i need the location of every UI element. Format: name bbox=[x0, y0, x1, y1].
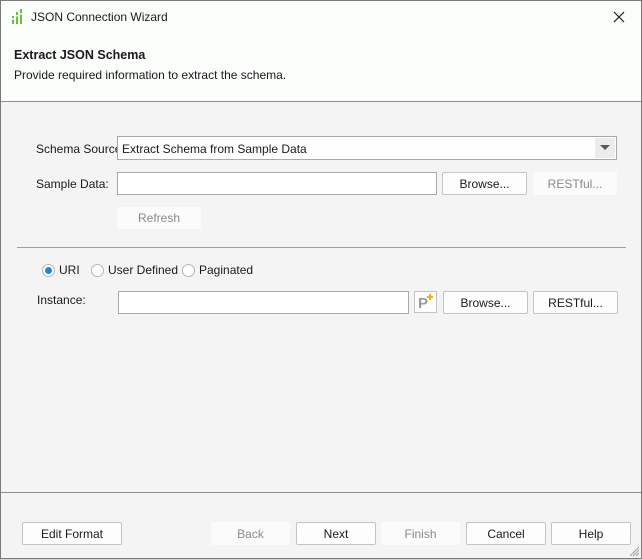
section-divider bbox=[17, 247, 626, 248]
footer-divider bbox=[1, 492, 641, 493]
radio-paginated-label: Paginated bbox=[199, 263, 254, 277]
wizard-window: JSON Connection Wizard Extract JSON Sche… bbox=[0, 0, 642, 559]
equalizer-bars-icon bbox=[11, 9, 23, 24]
radio-button[interactable] bbox=[182, 263, 195, 277]
sample-data-label: Sample Data: bbox=[36, 177, 109, 191]
help-button[interactable]: Help bbox=[551, 522, 631, 545]
refresh-button[interactable]: Refresh bbox=[117, 207, 201, 229]
p-plus-icon: P bbox=[418, 294, 433, 312]
instance-input[interactable] bbox=[118, 291, 409, 314]
wizard-header: Extract JSON Schema Provide required inf… bbox=[1, 33, 641, 102]
dropdown-button[interactable] bbox=[595, 138, 615, 158]
radio-user-defined-label: User Defined bbox=[108, 263, 179, 277]
window-title: JSON Connection Wizard bbox=[31, 10, 168, 24]
title-bar: JSON Connection Wizard bbox=[1, 1, 641, 33]
finish-button[interactable]: Finish bbox=[381, 522, 460, 545]
schema-source-value: Extract Schema from Sample Data bbox=[122, 142, 307, 156]
sample-restful-button[interactable]: RESTful... bbox=[533, 172, 617, 195]
schema-source-select[interactable]: Extract Schema from Sample Data bbox=[117, 136, 617, 160]
cancel-button[interactable]: Cancel bbox=[466, 522, 546, 545]
sample-data-input[interactable] bbox=[117, 172, 437, 195]
radio-button-checked[interactable] bbox=[42, 263, 55, 277]
radio-uri[interactable]: URI bbox=[42, 263, 80, 277]
schema-source-label: Schema Source: bbox=[36, 142, 125, 156]
radio-uri-label: URI bbox=[59, 263, 80, 277]
chevron-down-icon bbox=[600, 145, 610, 150]
insert-parameter-button[interactable]: P bbox=[414, 291, 437, 313]
radio-paginated[interactable]: Paginated bbox=[182, 263, 253, 277]
instance-browse-button[interactable]: Browse... bbox=[443, 291, 528, 314]
sample-browse-button[interactable]: Browse... bbox=[442, 172, 527, 195]
instance-label: Instance: bbox=[37, 293, 86, 307]
edit-format-button[interactable]: Edit Format bbox=[22, 522, 122, 545]
page-subtitle: Provide required information to extract … bbox=[14, 68, 287, 82]
svg-text:P: P bbox=[418, 295, 428, 312]
radio-user-defined[interactable]: User Defined bbox=[91, 263, 178, 277]
close-button[interactable] bbox=[601, 3, 637, 31]
page-title: Extract JSON Schema bbox=[14, 48, 146, 62]
resize-grip-icon[interactable] bbox=[630, 547, 640, 557]
back-button[interactable]: Back bbox=[211, 522, 290, 545]
instance-restful-button[interactable]: RESTful... bbox=[533, 291, 618, 314]
radio-button[interactable] bbox=[91, 263, 104, 277]
next-button[interactable]: Next bbox=[296, 522, 376, 545]
close-icon bbox=[613, 11, 625, 23]
